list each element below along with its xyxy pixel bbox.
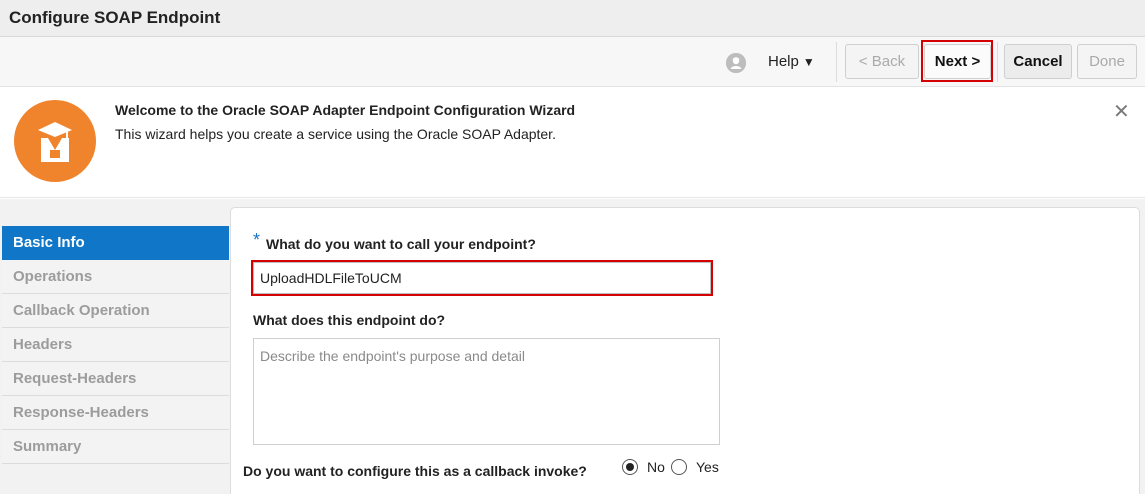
callback-yes-radio[interactable] bbox=[671, 459, 687, 475]
chevron-down-icon: ▼ bbox=[802, 55, 815, 69]
callback-yes-label: Yes bbox=[696, 459, 719, 475]
nav-item-basic-info[interactable]: Basic Info bbox=[2, 226, 229, 260]
welcome-subtitle: This wizard helps you create a service u… bbox=[115, 126, 556, 142]
nav-item-response-headers[interactable]: Response-Headers bbox=[2, 396, 229, 430]
nav-item-summary[interactable]: Summary bbox=[2, 430, 229, 464]
back-button[interactable]: < Back bbox=[845, 44, 919, 79]
nav-item-request-headers[interactable]: Request-Headers bbox=[2, 362, 229, 396]
title-bar: Configure SOAP Endpoint bbox=[0, 0, 1145, 37]
cancel-button[interactable]: Cancel bbox=[1004, 44, 1072, 79]
help-menu[interactable]: Help ▼ bbox=[768, 53, 815, 70]
endpoint-description-label: What does this endpoint do? bbox=[253, 312, 446, 328]
graduate-icon bbox=[14, 100, 96, 182]
required-marker: * bbox=[253, 230, 261, 250]
welcome-banner: Welcome to the Oracle SOAP Adapter Endpo… bbox=[0, 88, 1145, 198]
callback-no-label: No bbox=[647, 459, 665, 475]
help-label: Help bbox=[768, 53, 799, 70]
callback-no-radio[interactable] bbox=[622, 459, 638, 475]
close-icon[interactable]: ✕ bbox=[1113, 99, 1130, 124]
nav-item-callback-operation[interactable]: Callback Operation bbox=[2, 294, 229, 328]
user-icon[interactable] bbox=[726, 53, 746, 73]
wizard-steps-nav: Basic Info Operations Callback Operation… bbox=[2, 226, 229, 464]
welcome-title: Welcome to the Oracle SOAP Adapter Endpo… bbox=[115, 102, 576, 118]
endpoint-name-label: What do you want to call your endpoint? bbox=[266, 236, 536, 252]
done-button[interactable]: Done bbox=[1077, 44, 1137, 79]
next-button-highlight bbox=[921, 40, 993, 82]
nav-item-operations[interactable]: Operations bbox=[2, 260, 229, 294]
nav-item-headers[interactable]: Headers bbox=[2, 328, 229, 362]
endpoint-description-input[interactable] bbox=[253, 338, 720, 445]
page-title: Configure SOAP Endpoint bbox=[9, 8, 221, 27]
toolbar-divider bbox=[997, 42, 998, 82]
endpoint-name-highlight bbox=[251, 260, 713, 296]
callback-question-label: Do you want to configure this as a callb… bbox=[243, 463, 587, 479]
toolbar-divider bbox=[836, 42, 837, 82]
